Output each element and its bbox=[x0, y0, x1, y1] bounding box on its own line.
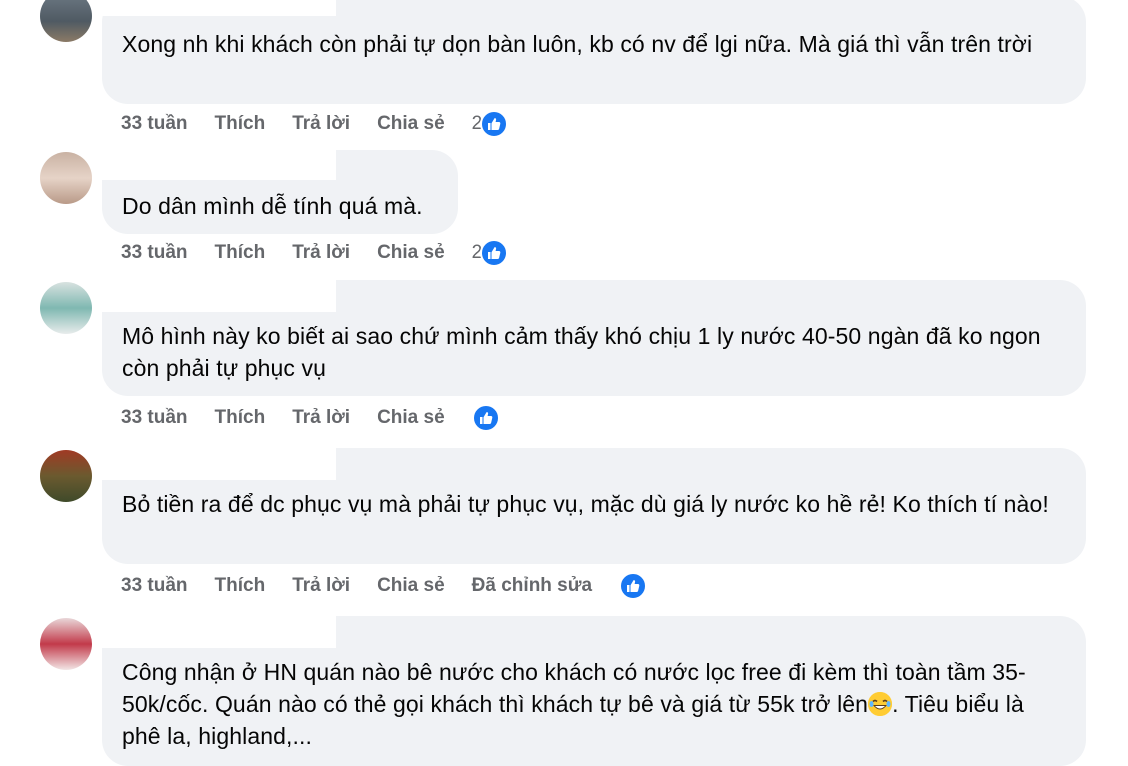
like-button[interactable]: Thích bbox=[215, 407, 266, 429]
comment-actions: 33 tuần Thích Trả lời Chia sẻ 2 bbox=[121, 239, 562, 267]
comment-timestamp[interactable]: 33 tuần bbox=[121, 407, 188, 429]
comment-timestamp[interactable]: 33 tuần bbox=[121, 242, 188, 264]
reply-button[interactable]: Trả lời bbox=[292, 407, 350, 429]
comment-text: Bỏ tiền ra để dc phục vụ mà phải tự phục… bbox=[122, 491, 1049, 517]
like-button[interactable]: Thích bbox=[215, 113, 266, 135]
thumbs-up-icon bbox=[480, 239, 509, 267]
comment-text: Do dân mình dễ tính quá mà. bbox=[122, 193, 423, 219]
reply-button[interactable]: Trả lời bbox=[292, 113, 350, 135]
thumbs-up-icon bbox=[471, 404, 500, 432]
like-button[interactable]: Thích bbox=[215, 242, 266, 264]
avatar[interactable] bbox=[40, 618, 92, 670]
share-button[interactable]: Chia sẻ bbox=[377, 113, 445, 135]
reply-button[interactable]: Trả lời bbox=[292, 242, 350, 264]
comment-timestamp[interactable]: 33 tuần bbox=[121, 575, 188, 597]
share-button[interactable]: Chia sẻ bbox=[377, 575, 445, 597]
reaction-summary[interactable]: 2 bbox=[472, 110, 536, 138]
reply-button[interactable]: Trả lời bbox=[292, 575, 350, 597]
laughing-emoji-icon bbox=[868, 692, 893, 716]
comment-text: Mô hình này ko biết ai sao chứ mình cảm … bbox=[122, 323, 1041, 381]
reaction-summary[interactable] bbox=[471, 404, 527, 432]
like-button[interactable]: Thích bbox=[215, 575, 266, 597]
comment-actions: 33 tuần Thích Trả lời Chia sẻ Đã chỉnh s… bbox=[121, 572, 701, 600]
avatar[interactable] bbox=[40, 282, 92, 334]
reaction-summary[interactable] bbox=[619, 572, 674, 600]
avatar[interactable] bbox=[40, 152, 92, 204]
edited-label[interactable]: Đã chỉnh sửa bbox=[472, 575, 592, 597]
comment-text: Công nhận ở HN quán nào bê nước cho khác… bbox=[122, 656, 1066, 752]
comment-text: Xong nh khi khách còn phải tự dọn bàn lu… bbox=[122, 31, 1033, 57]
comment-actions: 33 tuần Thích Trả lời Chia sẻ bbox=[121, 404, 554, 432]
thumbs-up-icon bbox=[480, 110, 509, 138]
comment-actions: 33 tuần Thích Trả lời Chia sẻ 2 bbox=[121, 110, 562, 138]
comment-timestamp[interactable]: 33 tuần bbox=[121, 113, 188, 135]
avatar[interactable] bbox=[40, 0, 92, 42]
reaction-summary[interactable]: 2 bbox=[472, 239, 536, 267]
thumbs-up-icon bbox=[619, 572, 648, 600]
share-button[interactable]: Chia sẻ bbox=[377, 242, 445, 264]
avatar[interactable] bbox=[40, 450, 92, 502]
share-button[interactable]: Chia sẻ bbox=[377, 407, 445, 429]
